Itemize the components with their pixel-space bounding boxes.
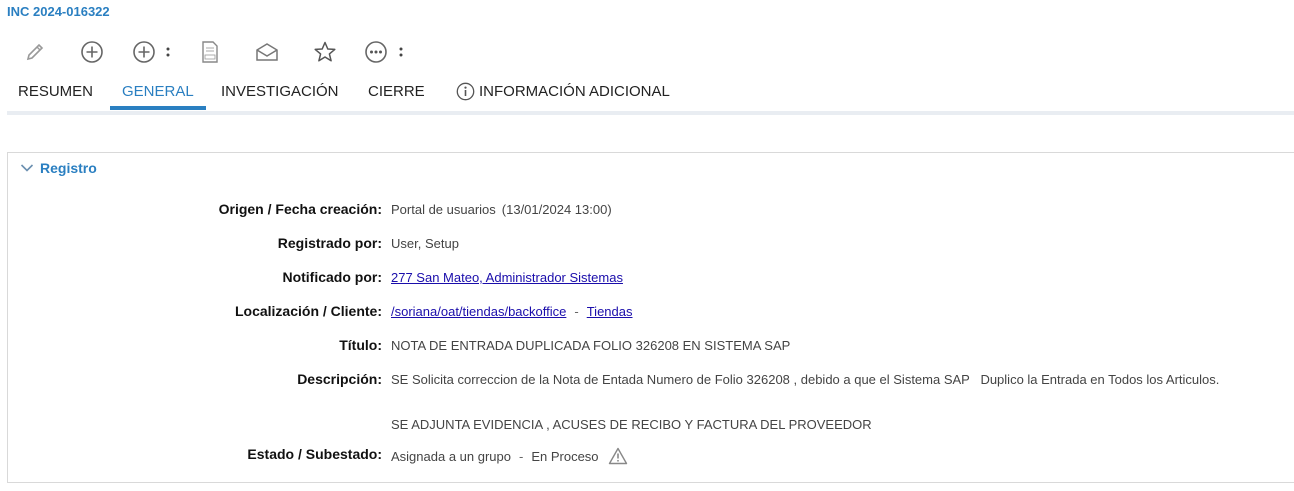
field-label: Registrado por: [277,235,382,251]
pdf-button[interactable] [198,37,222,67]
origin-value: Portal de usuarios [391,202,496,217]
add-button[interactable] [79,37,105,67]
plus-circle-icon [80,40,104,64]
registro-section-toggle[interactable]: Registro [20,160,97,176]
field-label: Localización / Cliente: [234,303,382,319]
field-label: Notificado por: [282,269,382,285]
plus-circle-menu-icon [131,40,175,64]
separator: - [574,304,579,319]
toolbar [0,37,500,67]
tab-investigacion[interactable]: INVESTIGACIÓN [221,80,339,102]
creation-timestamp: (13/01/2024 13:00) [501,202,612,217]
substate-value: En Proceso [531,448,599,464]
field-value: Asignada a un grupo - En Proceso [391,447,628,465]
tab-informacion-adicional-label: INFORMACIÓN ADICIONAL [479,82,670,100]
location-link[interactable]: /soriana/oat/tiendas/backoffice [391,304,566,319]
tab-resumen[interactable]: RESUMEN [18,80,93,102]
edit-button[interactable] [22,37,48,67]
email-button[interactable] [254,37,280,67]
field-origen: Origen / Fecha creación: Portal de usuar… [8,201,1288,221]
favorite-button[interactable] [312,37,338,67]
pdf-icon [200,40,220,64]
notified-by-link[interactable]: 277 San Mateo, Administrador Sistemas [391,270,623,285]
field-descripcion: Descripción: SE Solicita correccion de l… [8,371,1288,391]
chevron-down-icon [20,163,34,173]
field-value: Portal de usuarios (13/01/2024 13:00) [391,202,612,217]
title-value: NOTA DE ENTRADA DUPLICADA FOLIO 326208 E… [391,338,791,353]
info-icon [456,82,475,101]
pencil-icon [24,41,46,63]
envelope-icon [255,41,279,63]
tab-informacion-adicional[interactable]: INFORMACIÓN ADICIONAL [456,80,670,102]
field-titulo: Título: NOTA DE ENTRADA DUPLICADA FOLIO … [8,337,1288,357]
registro-section: Registro Origen / Fecha creación: Portal… [7,152,1294,483]
incident-id: INC 2024-016322 [7,4,110,19]
active-tab-indicator [110,106,206,110]
warning-icon[interactable] [608,447,628,465]
star-icon [313,40,337,64]
field-label: Título: [339,337,382,353]
description-line-1: SE Solicita correccion de la Nota de Ent… [391,372,1220,387]
add-menu-button[interactable] [131,37,175,67]
tabs-divider [7,111,1294,115]
tab-cierre[interactable]: CIERRE [368,80,425,102]
registered-by-value: User, Setup [391,236,459,251]
state-value: Asignada a un grupo [391,448,511,464]
client-link[interactable]: Tiendas [587,304,633,319]
section-title: Registro [40,160,97,176]
more-icon [364,40,408,64]
field-estado: Estado / Subestado: Asignada a un grupo -… [8,446,1288,466]
more-actions-button[interactable] [364,37,408,67]
field-registrado: Registrado por: User, Setup [8,235,1288,255]
field-label: Origen / Fecha creación: [218,201,382,217]
separator: - [518,448,524,464]
field-descripcion-continued: SE ADJUNTA EVIDENCIA , ACUSES DE RECIBO … [8,416,1288,436]
field-value: 277 San Mateo, Administrador Sistemas [391,270,623,285]
field-value: /soriana/oat/tiendas/backoffice - Tiendas [391,304,633,319]
field-label: Descripción: [297,371,382,387]
field-localizacion: Localización / Cliente: /soriana/oat/tie… [8,303,1288,323]
description-line-2: SE ADJUNTA EVIDENCIA , ACUSES DE RECIBO … [391,417,872,432]
field-notificado: Notificado por: 277 San Mateo, Administr… [8,269,1288,289]
tab-general[interactable]: GENERAL [122,80,194,102]
field-label: Estado / Subestado: [247,446,382,462]
